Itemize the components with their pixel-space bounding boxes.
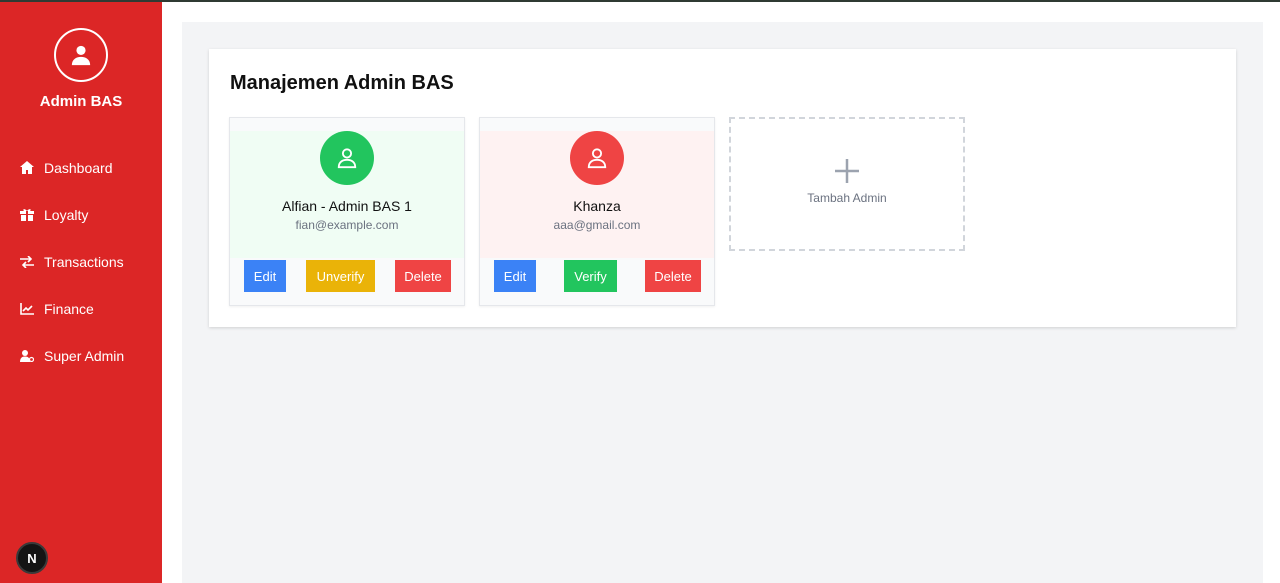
delete-button[interactable]: Delete [645,260,701,292]
user-icon [320,131,374,185]
admin-card-actions: Edit Unverify Delete [230,260,464,292]
sidebar-item-label: Dashboard [44,159,113,176]
admin-card: Alfian - Admin BAS 1 fian@example.com Ed… [229,117,465,306]
add-admin-label: Tambah Admin [807,191,887,205]
add-admin-button[interactable]: Tambah Admin [729,117,965,251]
edit-button[interactable]: Edit [494,260,536,292]
user-icon [570,131,624,185]
edit-button[interactable]: Edit [244,260,286,292]
top-border [0,0,1280,2]
exchange-icon [20,255,34,269]
sidebar-item-label: Transactions [44,253,124,270]
sidebar-item-label: Super Admin [44,347,125,364]
admin-card-header: Alfian - Admin BAS 1 fian@example.com [230,131,464,258]
chart-line-icon [20,302,34,316]
sidebar-item-transactions[interactable]: Transactions [0,238,162,285]
sidebar-item-label: Finance [44,300,94,317]
sidebar-nav: Dashboard Loyalty Transactions Finance S… [0,144,162,379]
sidebar-profile: Admin BAS [0,28,162,110]
sidebar: Admin BAS Dashboard Loyalty Transactions… [0,2,162,583]
sidebar-item-dashboard[interactable]: Dashboard [0,144,162,191]
admin-card-actions: Edit Verify Delete [480,260,714,292]
home-icon [20,161,34,175]
admin-email: fian@example.com [295,218,399,232]
admin-name: Alfian - Admin BAS 1 [282,198,412,214]
sidebar-item-finance[interactable]: Finance [0,285,162,332]
gift-icon [20,208,34,222]
nextjs-badge[interactable]: N [16,542,48,574]
delete-button[interactable]: Delete [395,260,451,292]
sidebar-item-label: Loyalty [44,206,89,223]
admin-card: Khanza aaa@gmail.com Edit Verify Delete [479,117,715,306]
brand-name: Admin BAS [39,93,123,110]
admin-email: aaa@gmail.com [553,218,641,232]
user-icon [54,28,108,82]
user-cog-icon [20,349,34,363]
plus-icon [731,157,963,185]
sidebar-item-super-admin[interactable]: Super Admin [0,332,162,379]
page-title: Manajemen Admin BAS [230,72,454,94]
admin-card-header: Khanza aaa@gmail.com [480,131,714,258]
verify-button[interactable]: Verify [564,260,617,292]
sidebar-item-loyalty[interactable]: Loyalty [0,191,162,238]
admin-name: Khanza [573,198,621,214]
unverify-button[interactable]: Unverify [306,260,375,292]
admin-management-panel: Manajemen Admin BAS Alfian - Admin BAS 1… [209,49,1236,327]
